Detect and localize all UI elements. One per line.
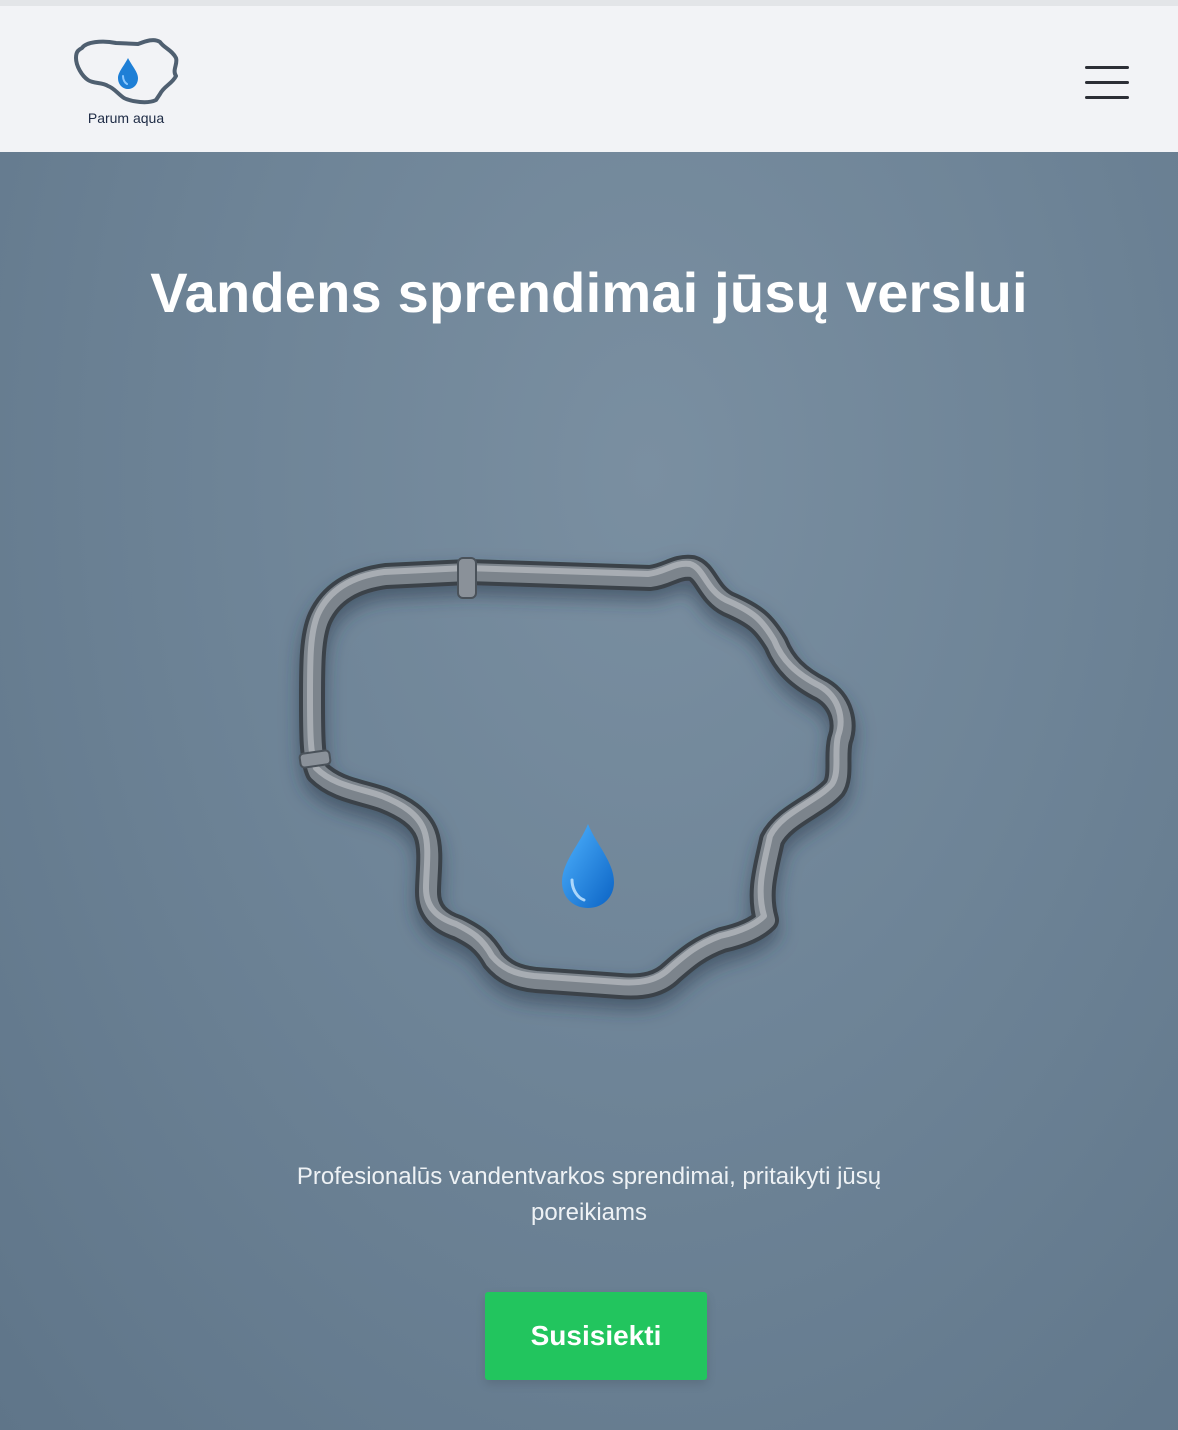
pipe-outline-icon	[299, 554, 856, 1000]
water-drop-icon	[562, 824, 614, 908]
hero-section: Vandens sprendimai jūsų verslui Profesio…	[0, 152, 1178, 1430]
lithuania-drop-logo-icon	[74, 38, 179, 105]
hamburger-menu-icon	[1085, 66, 1129, 69]
contact-button[interactable]: Susisiekti	[485, 1292, 707, 1380]
hero-subtitle: Profesionalūs vandentvarkos sprendimai, …	[296, 1163, 882, 1226]
pipe-joint-icon	[298, 749, 332, 769]
logo-link[interactable]: Parum aqua	[70, 30, 182, 138]
hamburger-menu-icon	[1085, 96, 1129, 99]
site-header: Parum aqua	[0, 6, 1178, 152]
pipe-joint-icon	[457, 557, 477, 599]
hamburger-menu-icon	[1085, 81, 1129, 84]
logo-text: Parum aqua	[87, 110, 165, 126]
hamburger-menu-button[interactable]	[1078, 58, 1136, 106]
pipe-map-illustration	[298, 554, 856, 1000]
